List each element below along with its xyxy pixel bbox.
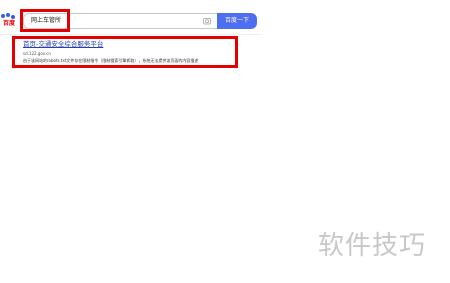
header-divider — [0, 34, 262, 35]
result-highlight-box — [12, 36, 238, 68]
logo-text[interactable]: 百度 — [3, 20, 15, 28]
search-highlight-box — [20, 9, 70, 32]
search-button[interactable]: 百度一下 — [217, 13, 257, 29]
watermark-text: 软件技巧 — [318, 231, 427, 261]
camera-icon[interactable] — [203, 17, 211, 25]
